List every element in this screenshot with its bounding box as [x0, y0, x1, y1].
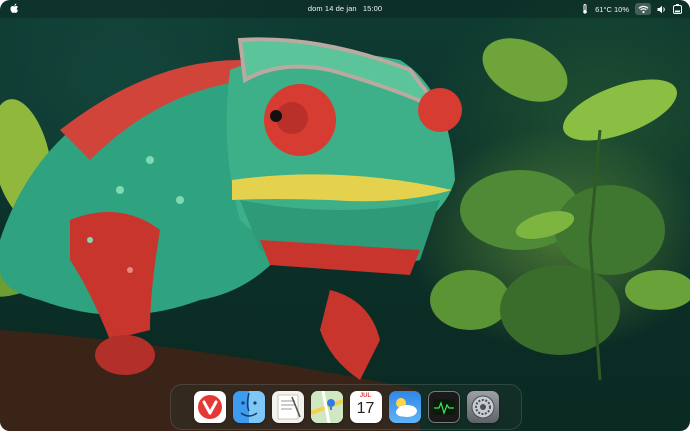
dock-item-finder[interactable]: [232, 391, 265, 423]
thermometer-icon[interactable]: [581, 4, 589, 14]
wifi-icon: [638, 5, 648, 13]
status-area: 61°C 10%: [581, 2, 682, 16]
chameleon-wallpaper: [0, 37, 690, 431]
vivaldi-icon: [197, 395, 222, 419]
dock-item-system-settings[interactable]: [466, 391, 499, 423]
battery-low-icon[interactable]: [673, 4, 682, 14]
textedit-icon: [277, 394, 301, 420]
menu-bar: dom 14 de jan 15:00 61°C 10%: [0, 0, 690, 18]
dock: JUL 17: [170, 384, 522, 430]
dock-item-maps[interactable]: [310, 391, 343, 423]
settings-gear-icon: [471, 395, 494, 419]
finder-icon: [240, 392, 257, 417]
desktop: dom 14 de jan 15:00 61°C 10% JUL 17: [0, 0, 690, 431]
dock-item-calendar[interactable]: JUL 17: [349, 391, 382, 423]
calendar-month-label: JUL: [359, 393, 372, 399]
activity-monitor-icon: [432, 399, 455, 415]
wifi-button[interactable]: [635, 3, 651, 15]
maps-icon: [310, 391, 343, 423]
weather-icon: [395, 398, 417, 417]
volume-icon[interactable]: [657, 5, 667, 14]
temperature-battery-readout[interactable]: 61°C 10%: [595, 5, 629, 14]
dock-item-activity-monitor[interactable]: [427, 391, 460, 423]
calendar-day-label: 17: [356, 400, 375, 417]
dock-item-textedit[interactable]: [271, 391, 304, 423]
temperature-label: 61°C: [595, 4, 612, 14]
date-label: dom 14 de jan: [307, 4, 357, 13]
dock-item-weather[interactable]: [388, 391, 421, 423]
time-label: 15:00: [362, 4, 383, 13]
dock-item-vivaldi[interactable]: [193, 391, 226, 423]
chameleon: [0, 37, 462, 380]
battery-percent-label: 10%: [613, 4, 629, 14]
